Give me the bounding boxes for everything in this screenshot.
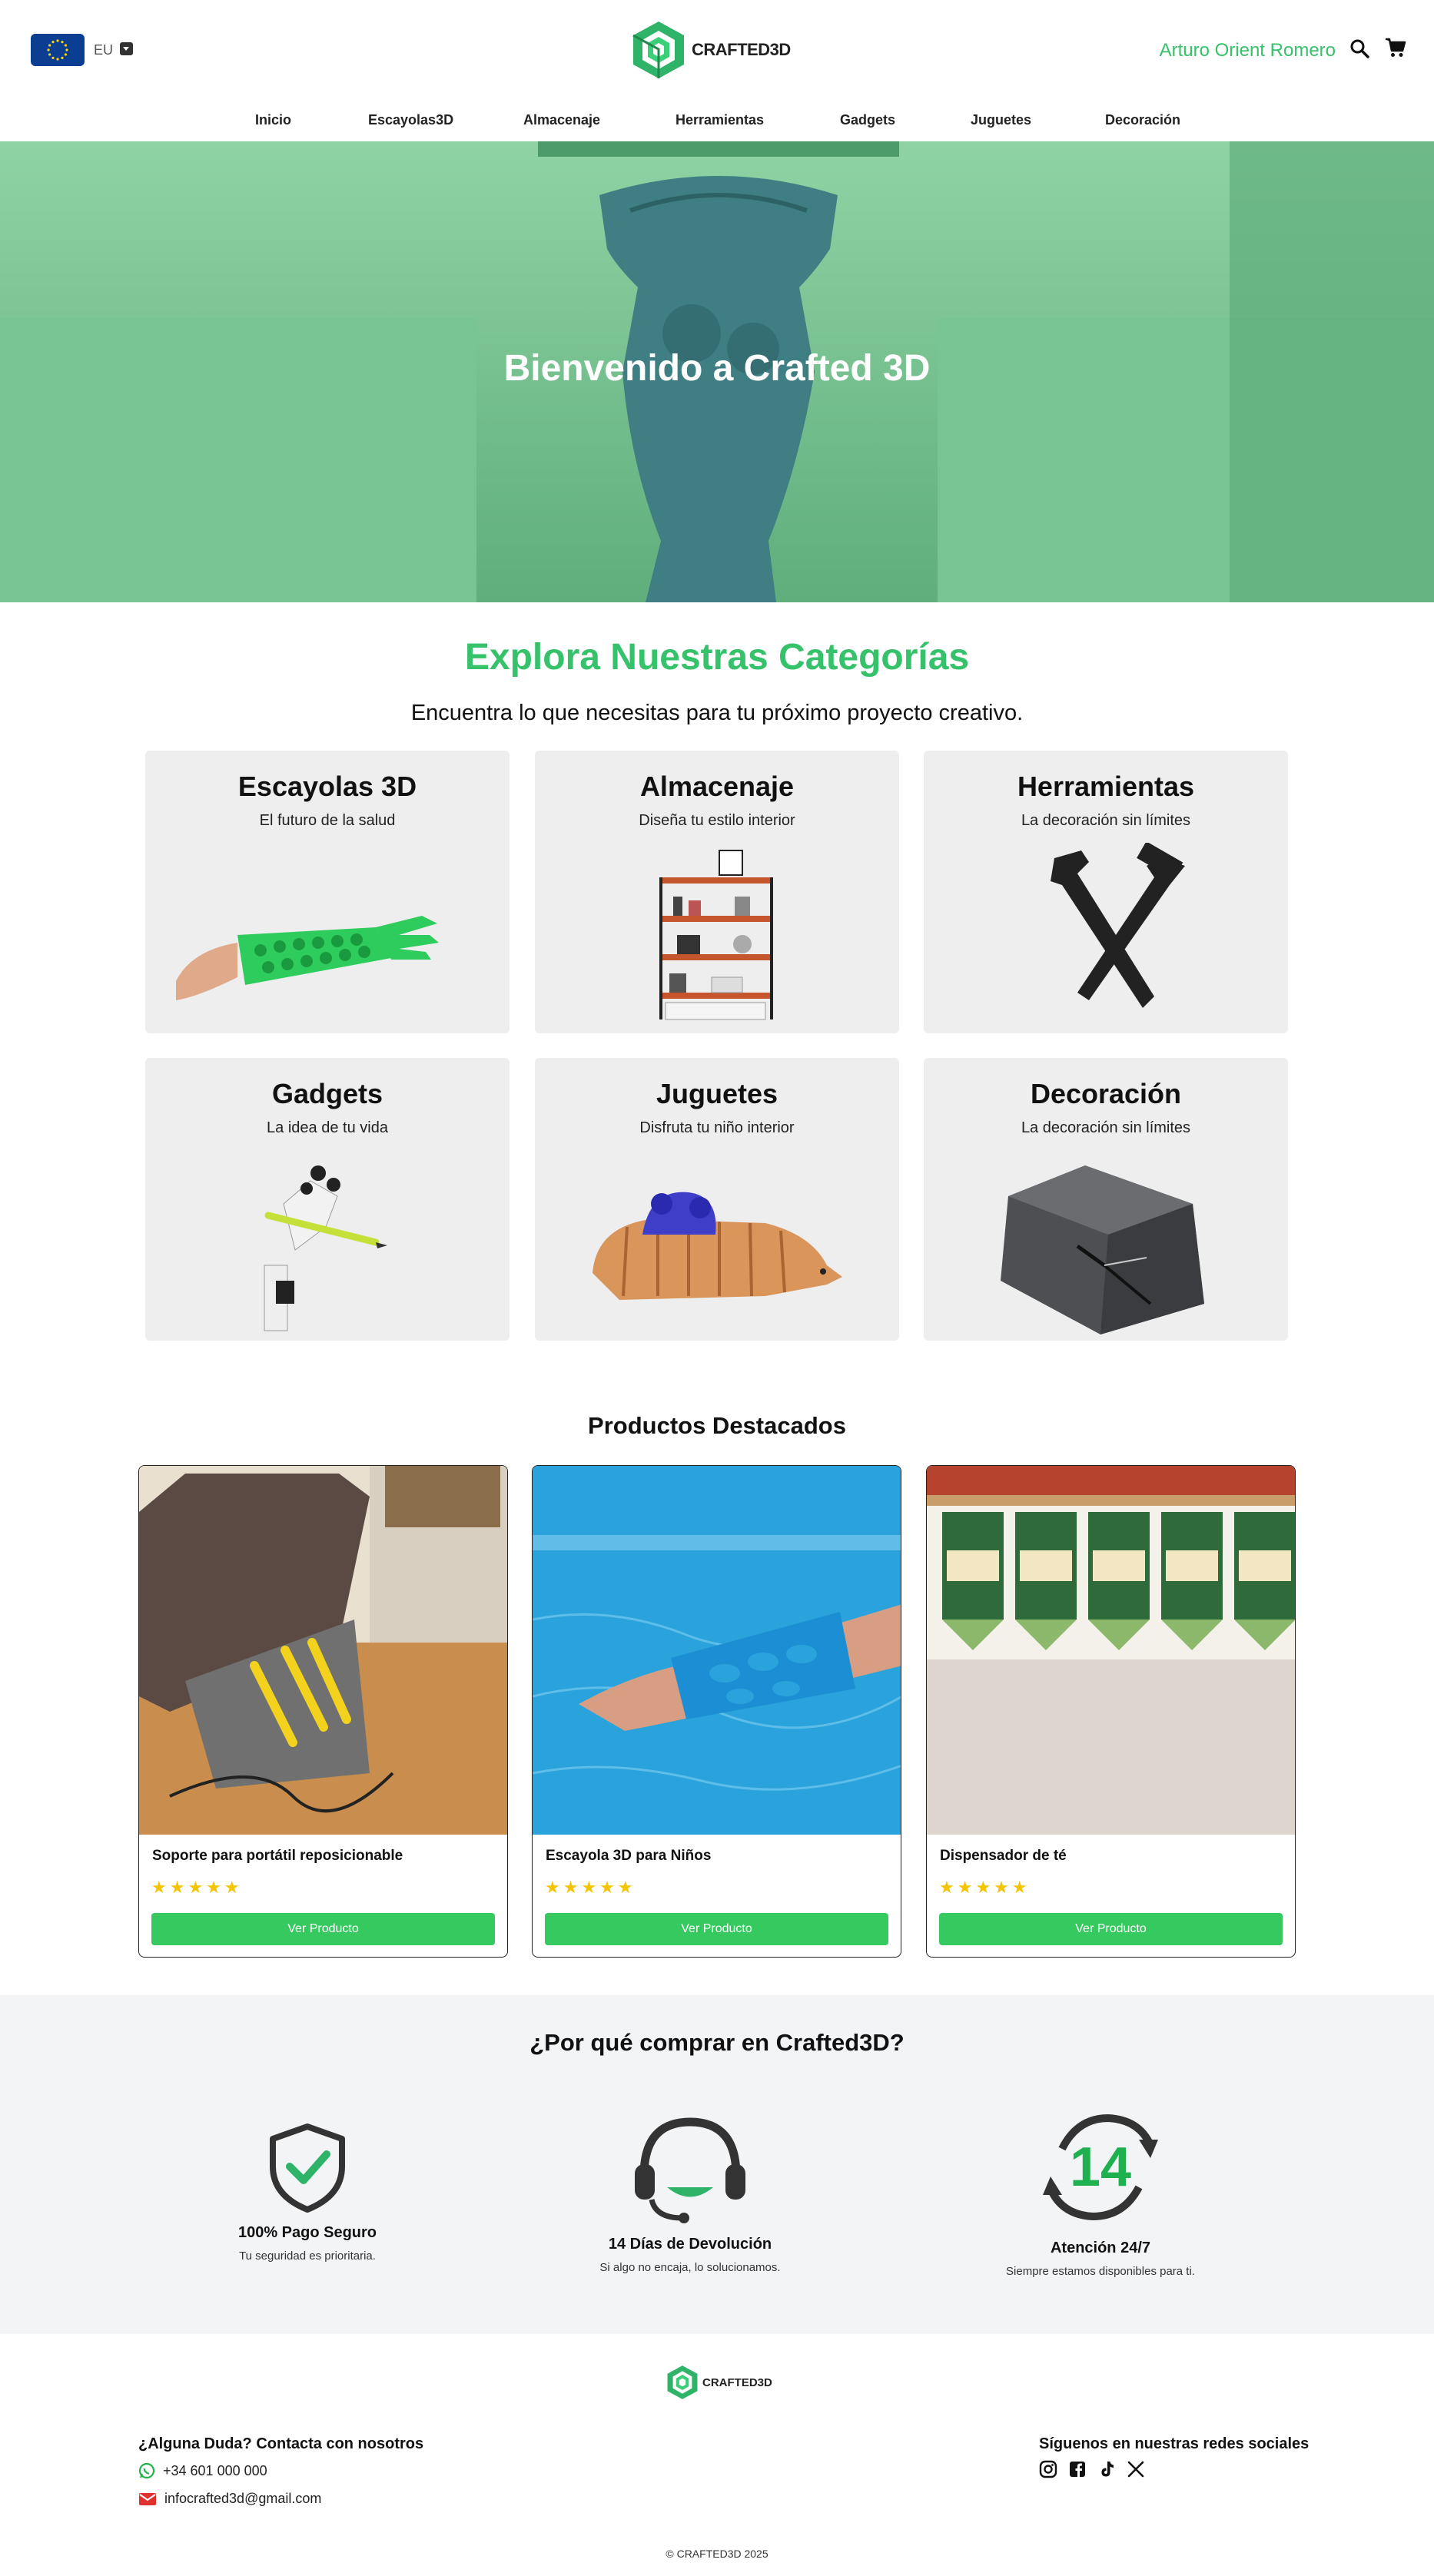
- email-address[interactable]: infocrafted3d@gmail.com: [164, 2491, 321, 2507]
- rating-stars: ★★★★★: [939, 1878, 1031, 1897]
- nav-item-inicio[interactable]: Inicio: [255, 112, 291, 128]
- nav-item-decoracion[interactable]: Decoración: [1105, 112, 1180, 128]
- facebook-icon[interactable]: [1068, 2460, 1087, 2478]
- categories-title: Explora Nuestras Categorías: [464, 637, 970, 678]
- why-item-support: 14 Atención 24/7 Siempre estamos disponi…: [978, 2103, 1223, 2278]
- why-item-title: 100% Pago Seguro: [237, 2224, 377, 2241]
- product-card-dispensador-te[interactable]: Dispensador de té ★★★★★ Ver Producto: [926, 1465, 1296, 1958]
- why-buy-section: ¿Por qué comprar en Crafted3D? 100% Pago…: [0, 1995, 1434, 2334]
- user-account-link[interactable]: Arturo Orient Romero: [1160, 40, 1336, 61]
- view-product-button[interactable]: Ver Producto: [545, 1913, 888, 1945]
- cast-arm-image: [176, 916, 439, 1000]
- category-name: Decoración: [1030, 1078, 1182, 1109]
- view-product-button[interactable]: Ver Producto: [151, 1913, 495, 1945]
- social-title: Síguenos en nuestras redes sociales: [1039, 2435, 1310, 2452]
- logo-text: CRAFTED3D: [692, 40, 791, 59]
- headset-icon: [635, 2117, 745, 2223]
- why-item-returns: 14 Días de Devolución Si algo no encaja,…: [567, 2103, 813, 2274]
- whatsapp-icon: [138, 2462, 155, 2479]
- category-card-herramientas[interactable]: Herramientas La decoración sin límites: [924, 751, 1288, 1033]
- why-item-title: 14 Días de Devolución: [608, 2236, 772, 2253]
- nav-item-escayolas3d[interactable]: Escayolas3D: [368, 112, 453, 128]
- category-name: Gadgets: [271, 1078, 383, 1109]
- category-name: Herramientas: [1017, 771, 1195, 802]
- nav-item-gadgets[interactable]: Gadgets: [840, 112, 895, 128]
- shield-check-icon: [270, 2123, 345, 2213]
- category-name: Almacenaje: [639, 771, 795, 802]
- hero-banner: Bienvenido a Crafted 3D: [0, 141, 1434, 602]
- product-card-escayola-ninos[interactable]: Escayola 3D para Niños ★★★★★ Ver Product…: [532, 1465, 901, 1958]
- logo-icon: [632, 22, 684, 78]
- return-14-icon: 14: [1043, 2114, 1158, 2221]
- category-desc: La idea de tu vida: [267, 1119, 388, 1136]
- category-card-gadgets[interactable]: Gadgets La idea de tu vida: [145, 1058, 510, 1341]
- product-image: [139, 1466, 507, 1835]
- product-name[interactable]: Escayola 3D para Niños: [546, 1848, 711, 1865]
- category-desc: La decoración sin límites: [1021, 812, 1191, 829]
- x-icon[interactable]: [1127, 2460, 1145, 2478]
- category-desc: La decoración sin límites: [1021, 1119, 1191, 1136]
- rating-stars: ★★★★★: [545, 1878, 636, 1897]
- search-icon[interactable]: [1349, 38, 1369, 62]
- logo-text: CRAFTED3D: [702, 2375, 772, 2389]
- chevron-down-icon[interactable]: [120, 42, 133, 55]
- footer-logo[interactable]: CRAFTED3D: [666, 2365, 772, 2400]
- rating-stars: ★★★★★: [151, 1878, 243, 1897]
- email-icon: [139, 2492, 156, 2505]
- clock-image: [1001, 1165, 1204, 1334]
- why-item-secure-payment: 100% Pago Seguro Tu seguridad es priorit…: [184, 2122, 430, 2263]
- hero-title: Bienvenido a Crafted 3D: [503, 348, 931, 389]
- category-card-almacenaje[interactable]: Almacenaje Diseña tu estilo interior: [535, 751, 899, 1033]
- shelves-image: [659, 850, 773, 1020]
- nav-item-almacenaje[interactable]: Almacenaje: [523, 112, 600, 128]
- view-product-button[interactable]: Ver Producto: [939, 1913, 1283, 1945]
- product-card-soporte[interactable]: Soporte para portátil reposicionable ★★★…: [138, 1465, 508, 1958]
- category-card-escayolas[interactable]: Escayolas 3D El futuro de la salud: [145, 751, 510, 1033]
- category-name: Escayolas 3D: [237, 771, 417, 802]
- main-nav: Inicio Escayolas3D Almacenaje Herramient…: [0, 101, 1434, 141]
- why-item-text: Tu seguridad es prioritaria.: [239, 2249, 376, 2263]
- category-desc: El futuro de la salud: [259, 812, 396, 829]
- tiktok-icon[interactable]: [1097, 2460, 1116, 2478]
- product-image: [533, 1466, 901, 1835]
- why-item-text: Si algo no encaja, lo solucionamos.: [599, 2261, 781, 2274]
- nav-item-herramientas[interactable]: Herramientas: [676, 112, 764, 128]
- return-days-badge: 14: [1070, 2137, 1131, 2198]
- why-item-text: Siempre estamos disponibles para ti.: [1006, 2265, 1195, 2278]
- tools-image: [1051, 843, 1185, 1008]
- social-links: [1039, 2460, 1145, 2478]
- phone-row[interactable]: +34 601 000 000: [138, 2462, 267, 2479]
- product-name[interactable]: Soporte para portátil reposicionable: [152, 1848, 403, 1865]
- product-name[interactable]: Dispensador de té: [940, 1848, 1067, 1865]
- featured-title: Productos Destacados: [588, 1412, 846, 1439]
- eu-flag-icon[interactable]: [31, 34, 85, 66]
- contact-title: ¿Alguna Duda? Contacta con nosotros: [138, 2435, 424, 2452]
- category-name: Juguetes: [656, 1078, 778, 1109]
- why-title: ¿Por qué comprar en Crafted3D?: [529, 2029, 905, 2056]
- copyright: © CRAFTED3D 2025: [666, 2548, 768, 2560]
- logo-icon: [667, 2365, 698, 2399]
- site-logo[interactable]: CRAFTED3D: [630, 20, 791, 80]
- nav-item-juguetes[interactable]: Juguetes: [971, 112, 1031, 128]
- phone-number[interactable]: +34 601 000 000: [163, 2463, 267, 2479]
- cart-icon[interactable]: [1385, 37, 1406, 62]
- email-row[interactable]: infocrafted3d@gmail.com: [138, 2491, 321, 2507]
- region-label[interactable]: EU: [94, 42, 113, 58]
- why-item-title: Atención 24/7: [1050, 2239, 1151, 2256]
- category-card-juguetes[interactable]: Juguetes Disfruta tu niño interior: [535, 1058, 899, 1341]
- gadget-hand-image: [264, 1165, 387, 1331]
- toy-armadillo-image: [593, 1192, 842, 1300]
- product-image: [927, 1466, 1295, 1835]
- site-header: EU CRAFTED3D Arturo Orient Romero: [0, 0, 1434, 101]
- categories-subtitle: Encuentra lo que necesitas para tu próxi…: [410, 701, 1024, 725]
- category-card-decoracion[interactable]: Decoración La decoración sin límites: [924, 1058, 1288, 1341]
- instagram-icon[interactable]: [1039, 2460, 1057, 2478]
- category-desc: Disfruta tu niño interior: [639, 1119, 795, 1136]
- category-desc: Diseña tu estilo interior: [639, 812, 795, 829]
